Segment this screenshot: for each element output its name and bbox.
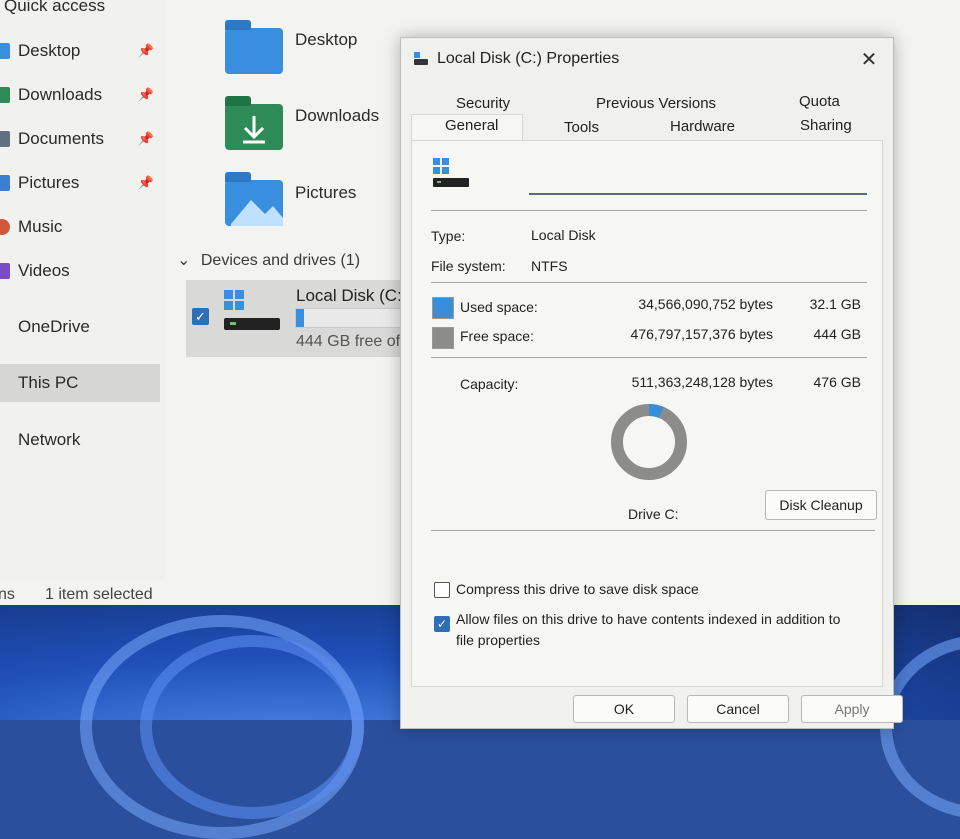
nav-item-documents[interactable]: Documents 📌 [0, 121, 160, 157]
dialog-title: Local Disk (C:) Properties [437, 50, 620, 67]
documents-icon [0, 131, 10, 147]
properties-dialog: Local Disk (C:) Properties ✕ Security Pr… [400, 37, 903, 729]
desktop-icon [0, 43, 10, 59]
index-label-line2[interactable]: file properties [456, 632, 540, 648]
close-button[interactable]: ✕ [855, 46, 883, 74]
status-item-count: ns [0, 586, 15, 603]
network-icon [0, 432, 10, 448]
filesystem-label: File system: [431, 258, 506, 274]
nav-label: Pictures [18, 173, 80, 192]
used-space-size: 32.1 GB [809, 296, 861, 312]
used-space-label: Used space: [460, 299, 538, 315]
chevron-down-icon: ⌄ [177, 252, 191, 269]
nav-item-onedrive[interactable]: OneDrive [0, 309, 160, 345]
navigation-pane: Quick access Desktop 📌 Downloads 📌 Docum… [0, 0, 165, 580]
tab-quota[interactable]: Quota [799, 93, 840, 110]
nav-label: Desktop [18, 41, 81, 60]
pin-icon: 📌 [137, 43, 154, 58]
folder-label-desktop[interactable]: Desktop [295, 30, 357, 50]
used-space-bytes: 34,566,090,752 bytes [638, 296, 773, 312]
pictures-folder-icon[interactable] [225, 172, 283, 226]
compress-checkbox[interactable] [434, 582, 450, 598]
tab-general[interactable]: General [445, 117, 498, 134]
free-space-label: Free space: [460, 328, 534, 344]
pictures-icon [0, 175, 10, 191]
onedrive-icon [0, 319, 10, 335]
nav-label: OneDrive [18, 317, 90, 336]
drive-label: Drive C: [628, 506, 679, 522]
tab-previous-versions[interactable]: Previous Versions [596, 95, 716, 112]
pin-icon: 📌 [137, 175, 154, 190]
type-label: Type: [431, 228, 466, 244]
drive-free-text: 444 GB free of [296, 333, 401, 350]
apply-button[interactable]: Apply [801, 695, 903, 723]
nav-label: Videos [18, 261, 70, 280]
filesystem-value: NTFS [531, 258, 568, 274]
drive-icon [414, 52, 428, 65]
devices-section-header[interactable]: ⌄ Devices and drives (1) [177, 250, 360, 270]
folder-label-downloads[interactable]: Downloads [295, 106, 379, 126]
tab-security[interactable]: Security [456, 95, 510, 112]
capacity-label: Capacity: [460, 376, 519, 392]
cancel-button[interactable]: Cancel [687, 695, 789, 723]
desktop-folder-icon[interactable] [225, 20, 283, 74]
nav-item-downloads[interactable]: Downloads 📌 [0, 77, 160, 113]
nav-label: Network [18, 430, 81, 449]
index-checkbox[interactable]: ✓ [434, 616, 450, 632]
free-space-swatch [432, 327, 454, 349]
free-space-size: 444 GB [813, 326, 861, 342]
pin-icon: 📌 [137, 131, 154, 146]
nav-item-this-pc[interactable]: This PC [0, 364, 160, 402]
index-label-line1[interactable]: Allow files on this drive to have conten… [456, 611, 840, 627]
tab-hardware[interactable]: Hardware [670, 118, 735, 135]
tab-sharing[interactable]: Sharing [800, 117, 852, 134]
nav-item-videos[interactable]: Videos [0, 253, 160, 289]
nav-item-network[interactable]: Network [0, 422, 160, 458]
nav-item-pictures[interactable]: Pictures 📌 [0, 165, 160, 201]
compress-label[interactable]: Compress this drive to save disk space [456, 581, 699, 597]
disk-cleanup-button[interactable]: Disk Cleanup [765, 490, 877, 520]
pc-icon [0, 375, 10, 391]
drive-tile-c[interactable]: ✓ Local Disk (C:) 444 GB free of [186, 280, 427, 357]
checkbox-checked-icon[interactable]: ✓ [192, 308, 209, 325]
nav-label: This PC [18, 373, 79, 392]
type-value: Local Disk [531, 227, 596, 243]
drive-name-input[interactable] [529, 173, 867, 195]
free-space-ring [611, 404, 687, 480]
devices-header-label: Devices and drives (1) [200, 252, 361, 269]
nav-label: Downloads [18, 85, 103, 104]
nav-label: Documents [18, 129, 104, 148]
music-icon [0, 219, 10, 235]
capacity-bytes: 511,363,248,128 bytes [631, 374, 773, 390]
tab-tools[interactable]: Tools [564, 119, 599, 136]
capacity-size: 476 GB [813, 374, 861, 390]
nav-item-music[interactable]: Music [0, 209, 160, 245]
folder-label-pictures[interactable]: Pictures [295, 183, 356, 203]
pin-icon: 📌 [137, 87, 154, 102]
free-space-bytes: 476,797,157,376 bytes [630, 326, 773, 342]
windows-drive-icon [224, 290, 280, 330]
used-space-swatch [432, 297, 454, 319]
disk-usage-donut [611, 404, 687, 480]
videos-icon [0, 263, 10, 279]
nav-item-desktop[interactable]: Desktop 📌 [0, 33, 160, 69]
drive-name: Local Disk (C:) [296, 286, 408, 305]
status-selection: 1 item selected [45, 586, 153, 603]
nav-label: Music [18, 217, 63, 236]
ok-button[interactable]: OK [573, 695, 675, 723]
quick-access-label[interactable]: Quick access [4, 0, 105, 16]
windows-drive-icon [433, 158, 469, 187]
downloads-folder-icon[interactable] [225, 96, 283, 150]
download-icon [0, 87, 10, 103]
